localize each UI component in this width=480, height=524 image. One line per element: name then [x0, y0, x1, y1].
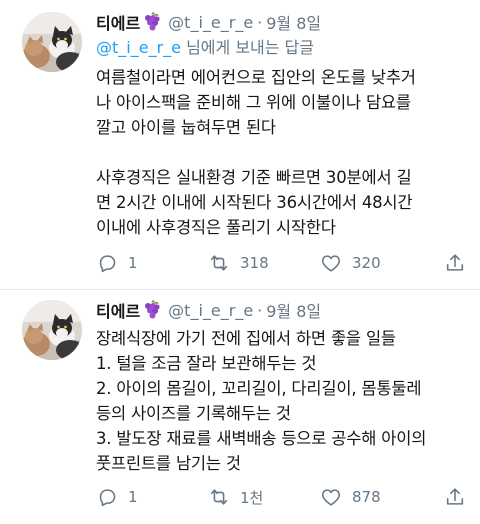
reply-count: 1: [128, 488, 138, 506]
share-icon: [444, 252, 466, 274]
tweet-content: 티에르 @t_i_e_r_e · 9월 8일 @t_i_e_r_e 님에게 보내…: [96, 10, 464, 240]
reply-context: @t_i_e_r_e 님에게 보내는 답글: [96, 37, 464, 61]
cat-avatar-image: [22, 12, 82, 72]
retweet-button[interactable]: 1천: [208, 486, 320, 508]
share-icon: [444, 486, 466, 508]
tweet-date[interactable]: 9월 8일: [266, 298, 321, 322]
retweet-button[interactable]: 318: [208, 252, 320, 274]
tweet-date[interactable]: 9월 8일: [266, 10, 321, 34]
retweet-count: 1천: [240, 488, 264, 507]
tweet-2[interactable]: 티에르 @t_i_e_r_e · 9월 8일 장례식장에 가기 전에 집에서 하…: [0, 290, 480, 524]
grape-emoji-icon: [142, 12, 162, 32]
retweet-count: 318: [240, 254, 269, 272]
retweet-icon: [208, 252, 230, 274]
tweet-1[interactable]: 티에르 @t_i_e_r_e · 9월 8일 @t_i_e_r_e 님에게 보내…: [0, 0, 480, 290]
cat-avatar-image: [22, 300, 82, 360]
tweet-content: 티에르 @t_i_e_r_e · 9월 8일 장례식장에 가기 전에 집에서 하…: [96, 298, 464, 476]
tweet-actions: 1 318 320: [96, 251, 466, 275]
retweet-icon: [208, 486, 230, 508]
reply-icon: [96, 486, 118, 508]
like-count: 320: [352, 254, 381, 272]
reply-button[interactable]: 1: [96, 252, 208, 274]
reply-context-text: 님에게 보내는 답글: [180, 38, 315, 57]
reply-mention-link[interactable]: @t_i_e_r_e: [96, 38, 181, 57]
user-handle[interactable]: @t_i_e_r_e: [168, 13, 253, 32]
like-count: 878: [352, 488, 381, 506]
tweet-header: 티에르 @t_i_e_r_e · 9월 8일: [96, 298, 464, 322]
reply-count: 1: [128, 254, 138, 272]
like-button[interactable]: 878: [320, 486, 432, 508]
reply-icon: [96, 252, 118, 274]
display-name[interactable]: 티에르: [96, 10, 140, 34]
avatar[interactable]: [22, 12, 82, 72]
avatar[interactable]: [22, 300, 82, 360]
tweet-text: 장례식장에 가기 전에 집에서 하면 좋을 일들 1. 털을 조금 잘라 보관해…: [96, 329, 427, 473]
tweet-header: 티에르 @t_i_e_r_e · 9월 8일: [96, 10, 464, 34]
share-button[interactable]: [444, 252, 466, 274]
display-name[interactable]: 티에르: [96, 298, 140, 322]
share-button[interactable]: [444, 486, 466, 508]
tweet-actions: 1 1천 878: [96, 485, 466, 509]
like-icon: [320, 486, 342, 508]
like-icon: [320, 252, 342, 274]
grape-emoji-icon: [142, 300, 162, 320]
reply-button[interactable]: 1: [96, 486, 208, 508]
separator: ·: [257, 300, 263, 320]
tweet-text: 여름철이라면 에어컨으로 집안의 온도를 낮추거 나 아이스팩을 준비해 그 위…: [96, 68, 416, 237]
user-handle[interactable]: @t_i_e_r_e: [168, 301, 253, 320]
separator: ·: [257, 12, 263, 32]
like-button[interactable]: 320: [320, 252, 432, 274]
